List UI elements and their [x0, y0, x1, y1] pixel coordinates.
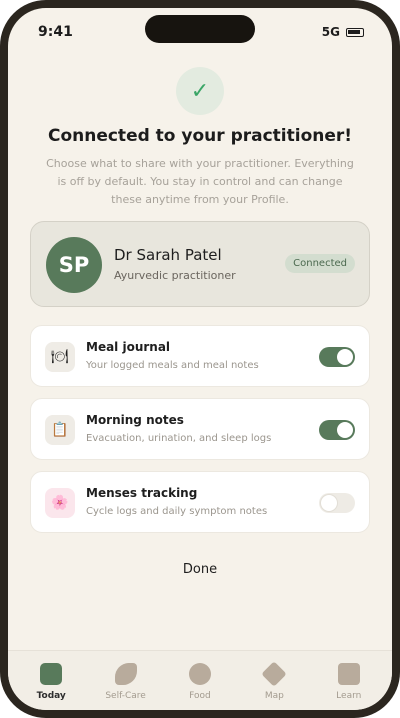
menses-tracking-toggle[interactable] [319, 493, 355, 513]
dynamic-island [145, 15, 255, 43]
food-icon [188, 663, 211, 685]
share-item-menses-tracking: 🌸 Menses tracking Cycle logs and daily s… [30, 471, 370, 533]
toggle-knob [337, 349, 353, 365]
practitioner-role: Ayurvedic practitioner [114, 269, 236, 282]
practitioner-name: Dr Sarah Patel [114, 246, 222, 264]
page-subtitle: Choose what to share with your practitio… [46, 157, 354, 206]
tab-self-care[interactable]: Self-Care [96, 651, 156, 710]
practitioner-card: SP Dr Sarah Patel Ayurvedic practitioner… [30, 221, 370, 307]
leaf-icon [114, 663, 137, 685]
tab-label: Self-Care [105, 691, 146, 701]
plate-icon: 🍽 [45, 342, 75, 372]
flower-icon: 🌸 [45, 488, 75, 518]
screen: 9:41 5G ✓ Connected to your practitioner… [8, 8, 392, 710]
share-item-morning-notes: 📋 Morning notes Evacuation, urination, a… [30, 398, 370, 460]
tab-map[interactable]: Map [244, 651, 304, 710]
tab-label: Today [36, 691, 66, 701]
battery-icon [346, 27, 364, 37]
network-label: 5G [321, 25, 340, 39]
meal-journal-toggle[interactable] [319, 347, 355, 367]
tab-learn[interactable]: Learn [319, 651, 379, 710]
morning-notes-toggle[interactable] [319, 420, 355, 440]
check-icon: ✓ [176, 67, 224, 115]
share-item-title: Meal journal [86, 340, 171, 354]
avatar: SP [46, 237, 102, 293]
phone-frame: 9:41 5G ✓ Connected to your practitioner… [0, 0, 400, 718]
share-item-title: Menses tracking [86, 486, 198, 500]
book-icon [337, 663, 360, 685]
page-title: Connected to your practitioner! [47, 126, 353, 146]
share-item-title: Morning notes [86, 413, 184, 427]
share-item-description: Evacuation, urination, and sleep logs [86, 433, 272, 444]
tab-label: Food [189, 691, 211, 701]
tab-food[interactable]: Food [170, 651, 230, 710]
tab-today[interactable]: Today [21, 651, 81, 710]
toggle-knob [321, 495, 337, 511]
status-badge: Connected [285, 254, 355, 273]
today-icon [40, 663, 63, 685]
map-icon [261, 661, 288, 687]
tab-label: Learn [336, 691, 362, 701]
toggle-knob [337, 422, 353, 438]
status-time: 9:41 [38, 24, 73, 40]
tab-label: Map [264, 691, 284, 701]
bottom-tab-bar: Today Self-Care Food Map Learn [8, 650, 392, 710]
clipboard-icon: 📋 [45, 415, 75, 445]
done-button[interactable]: Done [150, 558, 250, 582]
share-item-meal-journal: 🍽 Meal journal Your logged meals and mea… [30, 325, 370, 387]
status-indicators: 5G [322, 25, 364, 39]
share-item-description: Your logged meals and meal notes [86, 360, 259, 371]
share-item-description: Cycle logs and daily symptom notes [86, 506, 268, 517]
